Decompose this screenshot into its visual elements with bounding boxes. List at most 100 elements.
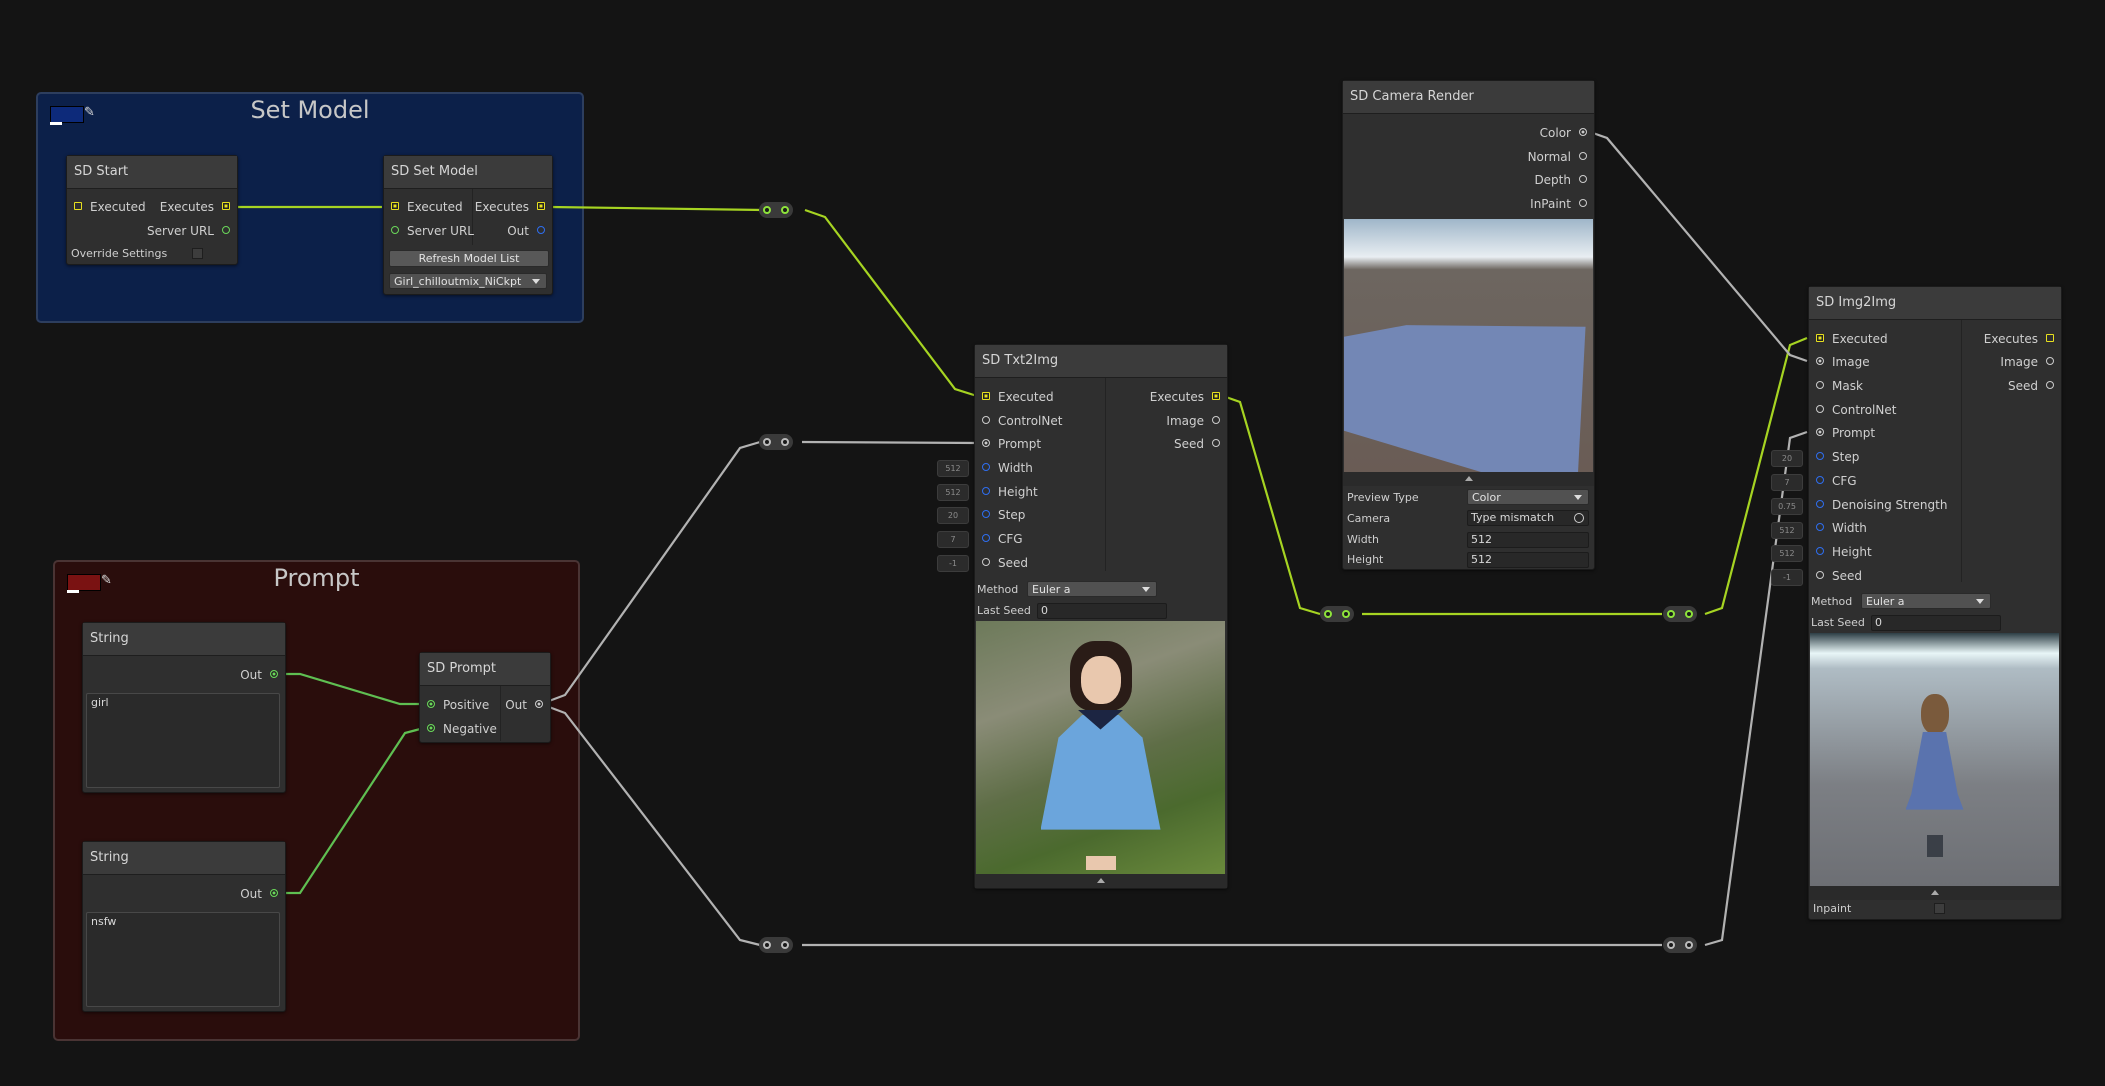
input-step[interactable]: Step	[980, 507, 1025, 523]
number-port-icon[interactable]	[982, 463, 990, 471]
string-port-icon[interactable]	[222, 226, 230, 234]
node-sd-set-model[interactable]: SD Set Model Executed Server URL Execute…	[383, 155, 553, 295]
camera-field[interactable]: Type mismatch	[1467, 510, 1589, 526]
prompt-port-icon[interactable]	[535, 700, 543, 708]
height-field[interactable]: 512	[1467, 552, 1589, 568]
input-height[interactable]: Height	[980, 484, 1038, 500]
reroute-exec-2[interactable]	[1320, 606, 1354, 622]
output-out[interactable]: Out	[240, 886, 280, 902]
output-server-url[interactable]: Server URL	[147, 223, 232, 239]
controlnet-port-icon[interactable]	[1816, 405, 1824, 413]
preview-type-select[interactable]: Color	[1467, 489, 1589, 505]
number-port-icon[interactable]	[1816, 500, 1824, 508]
output-out[interactable]: Out	[505, 697, 545, 713]
number-port-icon[interactable]	[1816, 452, 1824, 460]
image-port-icon[interactable]	[1579, 199, 1587, 207]
number-port-icon[interactable]	[1816, 571, 1824, 579]
input-controlnet[interactable]: ControlNet	[980, 413, 1062, 429]
number-port-icon[interactable]	[1816, 523, 1824, 531]
number-port-icon[interactable]	[982, 534, 990, 542]
string-port-icon[interactable]	[427, 700, 435, 708]
output-inpaint[interactable]: InPaint	[1530, 196, 1589, 212]
method-select[interactable]: Euler a	[1861, 593, 1991, 609]
last-seed-field[interactable]: 0	[1037, 603, 1167, 619]
step-default-pill[interactable]: 20	[937, 507, 969, 524]
inpaint-checkbox[interactable]	[1934, 903, 1945, 914]
input-image[interactable]: Image	[1814, 354, 1870, 370]
number-port-icon[interactable]	[982, 558, 990, 566]
output-out[interactable]: Out	[507, 223, 547, 239]
controlnet-port-icon[interactable]	[982, 416, 990, 424]
number-port-icon[interactable]	[537, 226, 545, 234]
exec-port-icon[interactable]	[222, 202, 230, 210]
step-default-pill[interactable]: 20	[1771, 450, 1803, 467]
height-default-pill[interactable]: 512	[937, 484, 969, 501]
output-image[interactable]: Image	[1166, 413, 1222, 429]
string-port-icon[interactable]	[427, 724, 435, 732]
height-default-pill[interactable]: 512	[1771, 545, 1803, 562]
output-seed[interactable]: Seed	[1174, 436, 1222, 452]
last-seed-field[interactable]: 0	[1871, 615, 2001, 631]
output-executes[interactable]: Executes	[1984, 331, 2056, 347]
image-port-icon[interactable]	[1579, 128, 1587, 136]
image-port-icon[interactable]	[1212, 416, 1220, 424]
reroute-exec-3[interactable]	[1663, 606, 1697, 622]
node-sd-camera-render[interactable]: SD Camera Render Color Normal Depth InPa…	[1342, 80, 1595, 570]
number-port-icon[interactable]	[1212, 439, 1220, 447]
target-icon[interactable]	[1574, 513, 1584, 523]
exec-port-icon[interactable]	[537, 202, 545, 210]
exec-port-icon[interactable]	[1212, 392, 1220, 400]
image-port-icon[interactable]	[1579, 175, 1587, 183]
reroute-prompt-3[interactable]	[1663, 937, 1697, 953]
input-cfg[interactable]: CFG	[980, 531, 1023, 547]
reroute-prompt-top[interactable]	[759, 434, 793, 450]
string-text-area[interactable]: girl	[86, 693, 280, 788]
input-step[interactable]: Step	[1814, 449, 1859, 465]
output-executes[interactable]: Executes	[160, 199, 232, 215]
output-out[interactable]: Out	[240, 667, 280, 683]
input-denoising-strength[interactable]: Denoising Strength	[1814, 497, 1947, 513]
width-default-pill[interactable]: 512	[1771, 522, 1803, 539]
string-port-icon[interactable]	[270, 670, 278, 678]
node-sd-img2img[interactable]: SD Img2Img Executed Image Mask ControlNe…	[1808, 286, 2062, 920]
collapse-preview-button[interactable]	[1809, 886, 2061, 900]
exec-port-icon[interactable]	[391, 202, 399, 210]
input-mask[interactable]: Mask	[1814, 378, 1863, 394]
input-height[interactable]: Height	[1814, 544, 1872, 560]
string-port-icon[interactable]	[270, 889, 278, 897]
output-executes[interactable]: Executes	[1150, 389, 1222, 405]
prompt-port-icon[interactable]	[982, 439, 990, 447]
image-port-icon[interactable]	[1579, 152, 1587, 160]
reroute-prompt-bottom[interactable]	[759, 937, 793, 953]
node-sd-prompt[interactable]: SD Prompt Positive Negative Out	[419, 652, 551, 743]
collapse-preview-button[interactable]	[975, 874, 1227, 888]
number-port-icon[interactable]	[982, 510, 990, 518]
input-executed[interactable]: Executed	[389, 199, 463, 215]
input-positive[interactable]: Positive	[425, 697, 489, 713]
output-depth[interactable]: Depth	[1534, 172, 1589, 188]
input-executed[interactable]: Executed	[1814, 331, 1888, 347]
input-negative[interactable]: Negative	[425, 721, 497, 737]
node-string-2[interactable]: String Out nsfw	[82, 841, 286, 1012]
number-port-icon[interactable]	[2046, 381, 2054, 389]
method-select[interactable]: Euler a	[1027, 581, 1157, 597]
input-seed[interactable]: Seed	[1814, 568, 1862, 584]
output-color[interactable]: Color	[1540, 125, 1589, 141]
input-seed[interactable]: Seed	[980, 555, 1028, 571]
exec-port-icon[interactable]	[982, 392, 990, 400]
width-default-pill[interactable]: 512	[937, 460, 969, 477]
output-image[interactable]: Image	[2000, 354, 2056, 370]
number-port-icon[interactable]	[1816, 476, 1824, 484]
node-string-1[interactable]: String Out girl	[82, 622, 286, 793]
output-seed[interactable]: Seed	[2008, 378, 2056, 394]
image-port-icon[interactable]	[2046, 357, 2054, 365]
image-port-icon[interactable]	[1816, 381, 1824, 389]
override-settings-checkbox[interactable]	[192, 248, 203, 259]
number-port-icon[interactable]	[1816, 547, 1824, 555]
input-width[interactable]: Width	[1814, 520, 1867, 536]
collapse-preview-button[interactable]	[1343, 472, 1594, 486]
image-port-icon[interactable]	[1816, 357, 1824, 365]
node-sd-txt2img[interactable]: SD Txt2Img Executed ControlNet Prompt Wi…	[974, 344, 1228, 889]
input-executed[interactable]: Executed	[72, 199, 146, 215]
number-port-icon[interactable]	[982, 487, 990, 495]
